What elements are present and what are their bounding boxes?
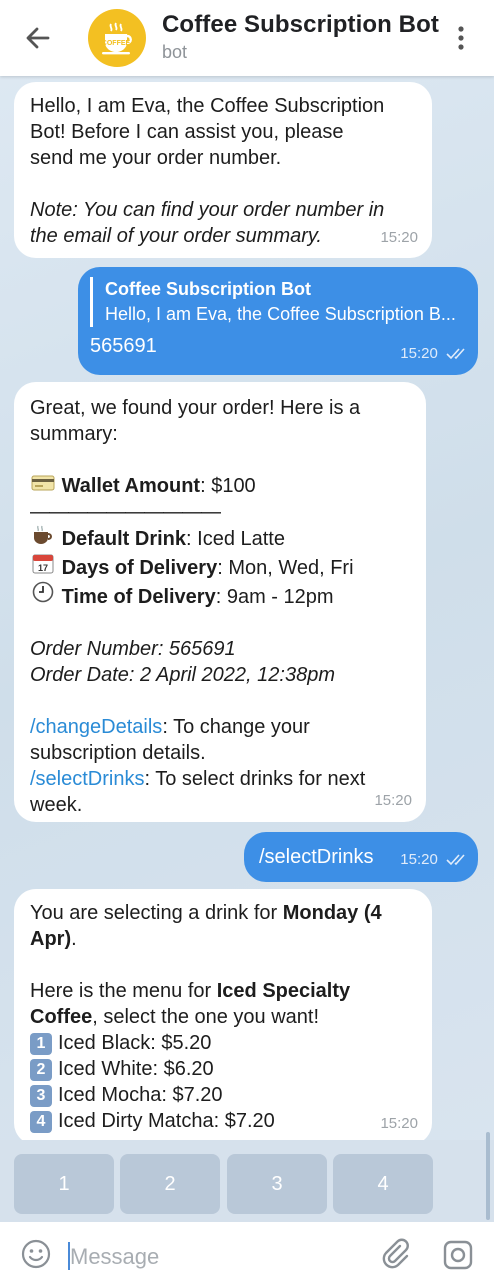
message-time: 15:20 [374, 792, 412, 809]
double-check-icon [446, 348, 465, 360]
message-time: 15:20 [380, 229, 418, 246]
credit-card-icon [30, 473, 56, 499]
menu-intro-line: Here is the menu for Iced Specialty [30, 978, 416, 1004]
menu-item-text: Iced White: $6.20 [58, 1058, 214, 1080]
camera-icon[interactable] [442, 1239, 474, 1271]
message-bubble-order-summary: Great, we found your order! Here is a su… [14, 382, 426, 822]
message-input[interactable]: Message [70, 1244, 159, 1270]
order-date-line: Order Date: 2 April 2022, 12:38pm [30, 664, 335, 686]
keycap-2-icon: 2 [30, 1059, 52, 1081]
delivery-time-label: Time of Delivery [61, 586, 216, 608]
menu-intro-line: Apr). [30, 926, 416, 952]
message-note-line: Note: You can find your order number in [30, 199, 385, 221]
back-arrow-icon[interactable] [22, 22, 54, 54]
keyboard-button-2[interactable]: 2 [120, 1154, 220, 1214]
command-description: : To select drinks for next [144, 768, 366, 790]
text-run: You are selecting a drink for [30, 902, 283, 924]
menu-item: 2 Iced White: $6.20 [30, 1056, 416, 1082]
text-run: Coffee [30, 1006, 93, 1028]
message-bubble-order-number: Coffee Subscription Bot Hello, I am Eva,… [78, 267, 478, 375]
divider-line: —————————— [30, 501, 221, 523]
change-details-line: /changeDetails: To change your [30, 714, 410, 740]
message-note-line: the email of your order summary. [30, 225, 322, 247]
delivery-days-line: 17 Days of Delivery: Mon, Wed, Fri [30, 552, 410, 581]
menu-item: 1 Iced Black: $5.20 [30, 1030, 416, 1056]
clock-icon [30, 581, 56, 610]
message-status: 15:20 [400, 341, 468, 367]
message-bubble-select-drinks: /selectDrinks 15:20 [244, 832, 478, 882]
text-run: . [71, 928, 77, 950]
svg-text:COFFEE: COFFEE [102, 40, 131, 47]
menu-item-text: Iced Dirty Matcha: $7.20 [58, 1110, 275, 1132]
message-line: Great, we found your order! Here is a [30, 397, 361, 419]
menu-item-text: Iced Black: $5.20 [58, 1032, 212, 1054]
keyboard-button-3[interactable]: 3 [227, 1154, 327, 1214]
delivery-days-value: : Mon, Wed, Fri [217, 557, 354, 579]
message-time: 15:20 [400, 851, 438, 868]
order-number-line: Order Number: 565691 [30, 638, 236, 660]
attachment-icon[interactable] [378, 1236, 412, 1270]
keyboard-button-4[interactable]: 4 [333, 1154, 433, 1214]
wallet-label: Wallet Amount [61, 475, 201, 497]
select-drinks-command-link[interactable]: /selectDrinks [30, 768, 144, 790]
text-run: Monday (4 [282, 902, 382, 924]
menu-item: 4 Iced Dirty Matcha: $7.20 [30, 1108, 416, 1134]
bot-avatar[interactable]: COFFEE [88, 9, 146, 67]
message-line: Hello, I am Eva, the Coffee Subscription [30, 95, 385, 117]
emoji-icon[interactable] [20, 1238, 52, 1270]
chat-subtitle: bot [162, 42, 188, 62]
reply-snippet: Hello, I am Eva, the Coffee Subscription… [105, 304, 456, 324]
default-drink-label: Default Drink [61, 528, 187, 550]
message-time: 15:20 [400, 345, 438, 362]
keycap-4-icon: 4 [30, 1111, 52, 1133]
message-list[interactable]: Hello, I am Eva, the Coffee Subscription… [0, 76, 494, 1153]
chat-title[interactable]: Coffee Subscription Bot [162, 11, 439, 39]
hot-beverage-icon [30, 525, 56, 552]
change-details-command-link[interactable]: /changeDetails [30, 716, 162, 738]
text-run: Iced Specialty [216, 980, 351, 1002]
message-line: Bot! Before I can assist you, please [30, 121, 344, 143]
message-bubble-drink-menu: You are selecting a drink for Monday (4 … [14, 889, 432, 1145]
double-check-icon [446, 854, 465, 866]
message-line: send me your order number. [30, 147, 282, 169]
text-run: Here is the menu for [30, 980, 217, 1002]
more-options-icon[interactable] [450, 22, 472, 54]
message-line: summary: [30, 423, 118, 445]
message-bubble-welcome: Hello, I am Eva, the Coffee Subscription… [14, 82, 432, 258]
message-time: 15:20 [380, 1115, 418, 1132]
wallet-line: Wallet Amount: $100 [30, 473, 410, 499]
command-description: subscription details. [30, 742, 206, 764]
command-description: : To change your [162, 716, 310, 738]
keyboard-button-1[interactable]: 1 [14, 1154, 114, 1214]
message-status: 15:20 [400, 847, 468, 873]
wallet-value: : $100 [200, 475, 256, 497]
delivery-time-line: Time of Delivery: 9am - 12pm [30, 581, 410, 610]
reply-sender: Coffee Subscription Bot [105, 279, 311, 299]
calendar-icon: 17 [30, 552, 56, 581]
scrollbar[interactable] [486, 1132, 490, 1220]
coffee-cup-icon: COFFEE [102, 22, 132, 55]
chat-header: COFFEE Coffee Subscription Bot bot [0, 0, 494, 76]
reply-quote[interactable]: Coffee Subscription Bot Hello, I am Eva,… [90, 277, 466, 327]
keycap-3-icon: 3 [30, 1085, 52, 1107]
command-description: week. [30, 794, 83, 816]
menu-item-text: Iced Mocha: $7.20 [58, 1084, 223, 1106]
select-drinks-line: /selectDrinks: To select drinks for next [30, 766, 410, 792]
menu-item: 3 Iced Mocha: $7.20 [30, 1082, 416, 1108]
default-drink-value: : Iced Latte [186, 528, 285, 550]
reply-keyboard: 1 2 3 4 [0, 1140, 494, 1222]
default-drink-line: Default Drink: Iced Latte [30, 525, 410, 552]
keycap-1-icon: 1 [30, 1033, 52, 1055]
text-run: , select the one you want! [92, 1006, 320, 1028]
delivery-days-label: Days of Delivery [61, 557, 218, 579]
menu-intro-line: You are selecting a drink for Monday (4 [30, 900, 416, 926]
svg-text:17: 17 [38, 563, 48, 573]
menu-intro-line: Coffee, select the one you want! [30, 1004, 416, 1030]
text-run: Apr) [30, 928, 72, 950]
delivery-time-value: : 9am - 12pm [215, 586, 334, 608]
